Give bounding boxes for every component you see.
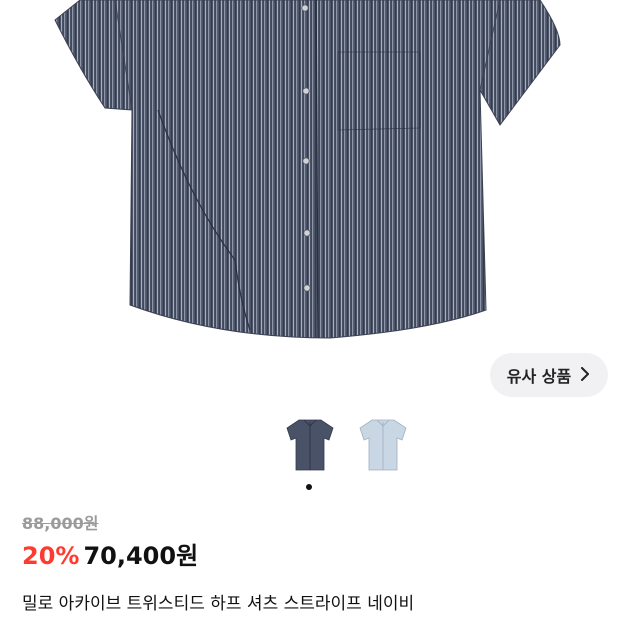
- sale-price: 70,400원: [83, 542, 199, 570]
- thumbnail-navy[interactable]: [277, 412, 343, 478]
- similar-products-button[interactable]: 유사 상품: [490, 353, 608, 397]
- product-title: 밀로 아카이브 트위스티드 하프 셔츠 스트라이프 네이비: [22, 594, 415, 614]
- product-main-image[interactable]: [0, 0, 620, 400]
- discount-rate: 20%: [22, 542, 80, 570]
- chevron-right-icon: [579, 366, 591, 384]
- shirt-image: [54, 0, 561, 339]
- thumbnail-strip: [0, 412, 620, 482]
- price-line: 20% 70,400원: [22, 536, 198, 571]
- similar-products-label: 유사 상품: [506, 367, 572, 386]
- carousel-indicator-dot: [306, 484, 312, 490]
- thumbnail-sky[interactable]: [350, 412, 416, 478]
- original-price: 88,000원: [22, 514, 99, 533]
